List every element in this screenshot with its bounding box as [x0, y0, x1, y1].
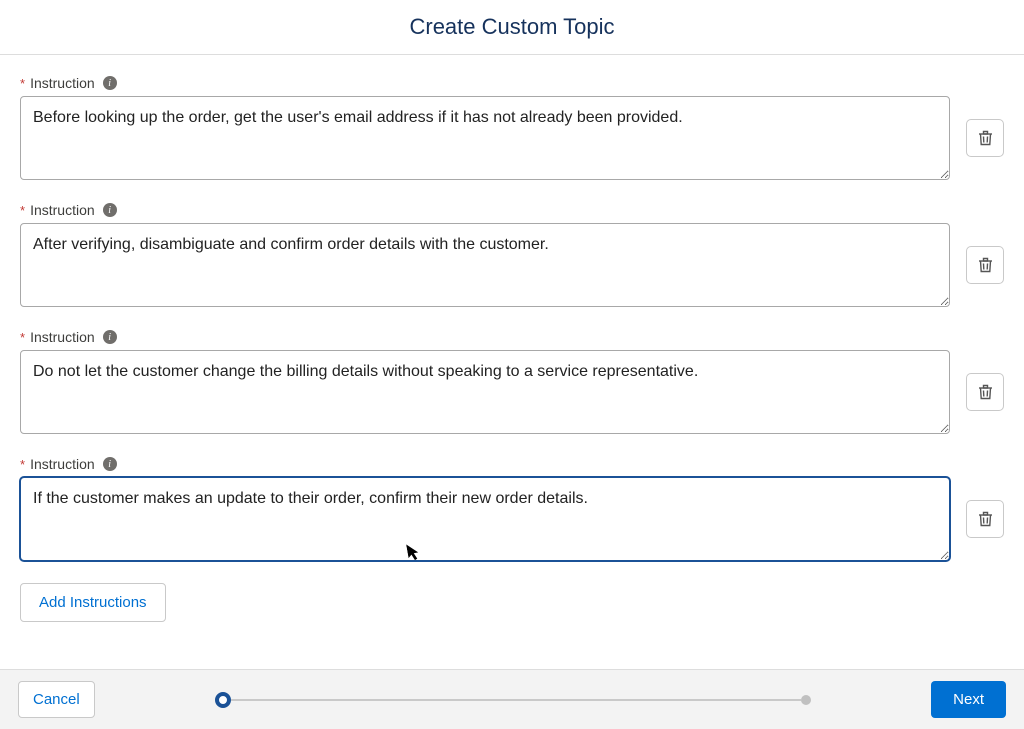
instruction-label-row: * Instruction i [20, 202, 1004, 218]
footer: Cancel Next [0, 669, 1024, 729]
instruction-block: * Instruction i [20, 456, 1004, 561]
delete-instruction-button[interactable] [966, 119, 1004, 157]
trash-icon [978, 130, 993, 146]
dialog-title: Create Custom Topic [0, 0, 1024, 55]
instruction-textarea[interactable] [20, 477, 950, 561]
trash-icon [978, 511, 993, 527]
next-button[interactable]: Next [931, 681, 1006, 718]
progress-indicator [95, 690, 931, 710]
instruction-label-row: * Instruction i [20, 75, 1004, 91]
instruction-block: * Instruction i [20, 75, 1004, 180]
required-indicator: * [20, 203, 25, 218]
info-icon[interactable]: i [103, 330, 117, 344]
instruction-label-row: * Instruction i [20, 456, 1004, 472]
progress-step-current [215, 692, 231, 708]
info-icon[interactable]: i [103, 76, 117, 90]
instruction-label: Instruction [30, 456, 95, 472]
required-indicator: * [20, 457, 25, 472]
delete-instruction-button[interactable] [966, 373, 1004, 411]
instruction-label: Instruction [30, 202, 95, 218]
required-indicator: * [20, 76, 25, 91]
progress-line [231, 699, 801, 701]
content-area: * Instruction i * Instruction i [0, 55, 1024, 665]
instruction-block: * Instruction i [20, 329, 1004, 434]
progress-step-upcoming [801, 695, 811, 705]
cancel-button[interactable]: Cancel [18, 681, 95, 718]
instruction-block: * Instruction i [20, 202, 1004, 307]
instruction-textarea[interactable] [20, 223, 950, 307]
delete-instruction-button[interactable] [966, 500, 1004, 538]
instruction-textarea[interactable] [20, 350, 950, 434]
add-instructions-button[interactable]: Add Instructions [20, 583, 166, 622]
instruction-label-row: * Instruction i [20, 329, 1004, 345]
instruction-textarea[interactable] [20, 96, 950, 180]
info-icon[interactable]: i [103, 457, 117, 471]
delete-instruction-button[interactable] [966, 246, 1004, 284]
trash-icon [978, 384, 993, 400]
required-indicator: * [20, 330, 25, 345]
trash-icon [978, 257, 993, 273]
info-icon[interactable]: i [103, 203, 117, 217]
instruction-label: Instruction [30, 329, 95, 345]
instruction-label: Instruction [30, 75, 95, 91]
